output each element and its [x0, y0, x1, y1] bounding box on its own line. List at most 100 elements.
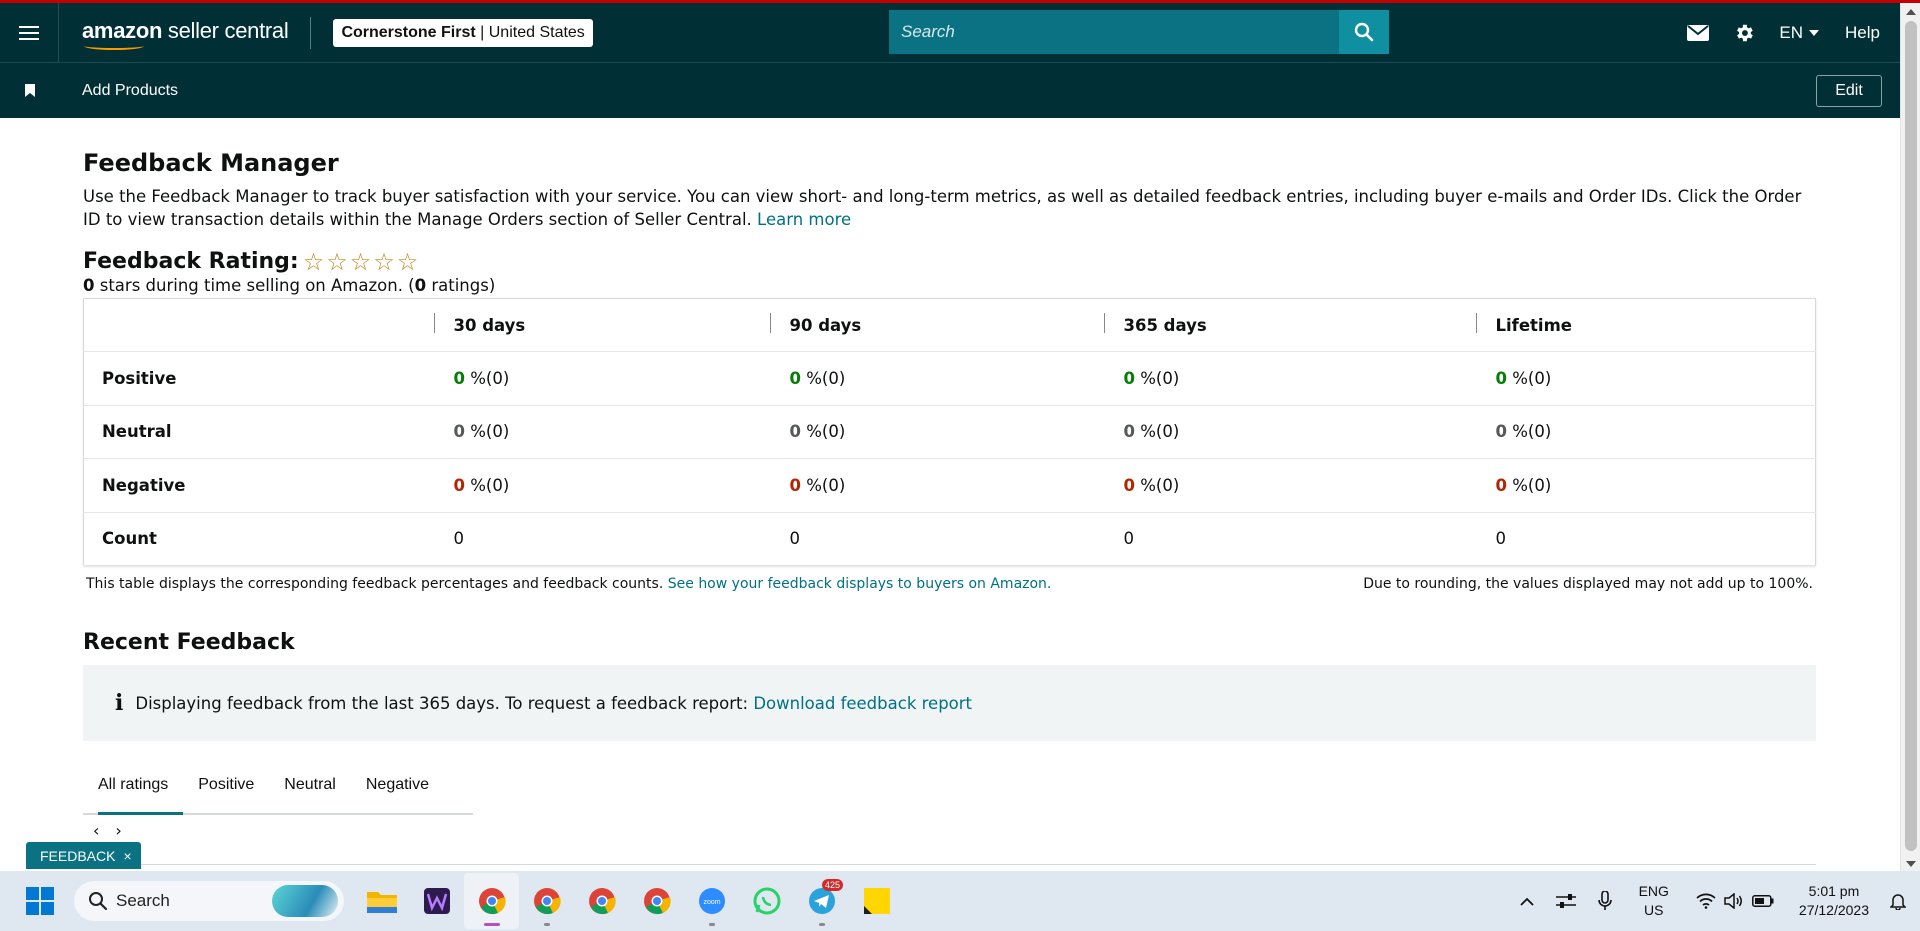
feedback-display-link[interactable]: See how your feedback displays to buyers…: [668, 576, 1052, 592]
table-cell: 0: [433, 512, 770, 566]
content-divider: [83, 864, 1816, 865]
learn-more-link[interactable]: Learn more: [757, 210, 851, 229]
page-title: Feedback Manager: [83, 149, 339, 177]
language-selector[interactable]: EN: [1767, 23, 1831, 43]
header-divider: [310, 16, 312, 49]
taskbar-apps: zoom 425: [354, 873, 904, 929]
scroll-down-arrow-icon[interactable]: [1906, 861, 1916, 867]
chrome-button-active[interactable]: [464, 873, 519, 929]
chrome-profile-4-button[interactable]: [629, 873, 684, 929]
active-indicator: [483, 923, 500, 926]
tab-positive[interactable]: Positive: [183, 757, 269, 813]
logo-text-rest: seller central: [162, 17, 289, 43]
table-footnote: This table displays the corresponding fe…: [83, 576, 1816, 592]
star-empty-icon: ☆: [396, 247, 419, 276]
column-header: Lifetime: [1475, 298, 1816, 352]
cell-value: 0: [453, 368, 465, 388]
cell-suffix: %(0): [1134, 368, 1180, 388]
page-scrollbar[interactable]: [1900, 3, 1920, 871]
row-label: Negative: [83, 458, 434, 513]
rating-stars: ☆ ☆ ☆ ☆ ☆: [303, 247, 419, 276]
sticky-notes-button[interactable]: [849, 873, 904, 929]
close-icon[interactable]: ×: [123, 848, 131, 864]
store-selector[interactable]: Cornerstone First | United States: [333, 18, 593, 47]
search-highlight-image: [272, 885, 338, 917]
add-products-link[interactable]: Add Products: [82, 82, 178, 100]
zoom-icon-label: zoom: [703, 899, 720, 906]
messages-button[interactable]: [1675, 3, 1721, 62]
tab-neutral[interactable]: Neutral: [269, 757, 351, 813]
table-row-positive: Positive 0 %(0) 0 %(0) 0 %(0) 0 %(0): [83, 351, 1816, 406]
show-hidden-icons-button[interactable]: [1509, 897, 1545, 906]
whatsapp-button[interactable]: [739, 873, 794, 929]
amazon-seller-central-logo[interactable]: amazon seller central: [82, 17, 289, 50]
search-button[interactable]: [1339, 10, 1389, 54]
rating-title: Feedback Rating:: [83, 249, 299, 274]
table-cell: 0 %(0): [1103, 405, 1476, 459]
windows-start-icon[interactable]: [26, 887, 54, 915]
search-input[interactable]: [889, 10, 1339, 54]
table-cell: 0: [769, 512, 1104, 566]
microphone-button[interactable]: [1587, 891, 1623, 911]
caret-down-icon: [1809, 29, 1820, 36]
info-alert: i Displaying feedback from the last 365 …: [83, 665, 1816, 741]
feedback-widget-label: FEEDBACK: [40, 847, 116, 864]
quick-settings-sliders[interactable]: [1545, 893, 1587, 909]
column-header: 30 days: [433, 298, 770, 352]
running-indicator: [818, 923, 825, 926]
taskbar-search[interactable]: Search: [74, 881, 344, 921]
hamburger-icon: [19, 24, 39, 42]
scroll-up-arrow-icon[interactable]: [1906, 9, 1916, 15]
feedback-pager: ‹ ›: [83, 821, 1816, 840]
info-text: Displaying feedback from the last 365 da…: [135, 693, 749, 713]
input-language-indicator[interactable]: ENG US: [1623, 882, 1685, 920]
taskbar-clock[interactable]: 5:01 pm 27/12/2023: [1785, 882, 1879, 920]
help-link[interactable]: Help: [1831, 23, 1880, 43]
column-header: 90 days: [769, 298, 1104, 352]
download-feedback-report-link[interactable]: Download feedback report: [753, 694, 972, 713]
bookmark-button[interactable]: [0, 84, 59, 97]
edit-bookmarks-button[interactable]: Edit: [1816, 75, 1882, 107]
settings-button[interactable]: [1721, 3, 1767, 62]
table-cell: 0 %(0): [1475, 405, 1816, 459]
gear-icon: [1737, 24, 1754, 41]
chrome-profile-3-button[interactable]: [574, 873, 629, 929]
menu-button[interactable]: [0, 3, 59, 62]
table-row-neutral: Neutral 0 %(0) 0 %(0) 0 %(0) 0 %(0): [83, 405, 1816, 459]
notification-badge: 425: [821, 879, 843, 891]
chrome-icon: [588, 888, 616, 915]
footnote-text: This table displays the corresponding fe…: [86, 576, 664, 592]
cell-value: 0: [1123, 422, 1135, 442]
chevron-right-icon[interactable]: ›: [115, 821, 121, 840]
star-empty-icon: ☆: [326, 247, 348, 276]
telegram-button[interactable]: 425: [794, 873, 849, 929]
cell-value: 0: [1123, 368, 1135, 388]
rating-summary-end: ratings): [426, 276, 496, 295]
feedback-widget[interactable]: FEEDBACK ×: [26, 842, 141, 869]
table-cell: 0 %(0): [433, 458, 770, 513]
table-footnote-left: This table displays the corresponding fe…: [86, 576, 1051, 592]
file-explorer-button[interactable]: [354, 873, 409, 929]
winamp-button[interactable]: [409, 873, 464, 929]
cell-suffix: %(0): [464, 368, 510, 388]
main-content: Feedback Manager Use the Feedback Manage…: [83, 118, 1816, 840]
cell-value: 0: [1495, 475, 1507, 495]
zoom-button[interactable]: zoom: [684, 873, 739, 929]
chevron-left-icon[interactable]: ‹: [93, 821, 99, 840]
notifications-button[interactable]: [1879, 892, 1920, 910]
tab-all-ratings[interactable]: All ratings: [83, 757, 184, 815]
bookmark-bar: Add Products Edit: [0, 62, 1900, 118]
cell-suffix: %(0): [1506, 475, 1552, 495]
chrome-profile-2-button[interactable]: [519, 873, 574, 929]
rounding-note: Due to rounding, the values displayed ma…: [1363, 576, 1813, 592]
search-icon: [89, 892, 108, 911]
table-header-empty: [83, 298, 434, 352]
table-cell: 0 %(0): [1475, 351, 1816, 406]
scroll-thumb[interactable]: [1905, 21, 1917, 851]
running-indicator: [708, 923, 715, 926]
chrome-icon: [533, 888, 561, 915]
whatsapp-icon: [753, 887, 780, 915]
network-volume-battery[interactable]: [1685, 893, 1785, 909]
tab-negative[interactable]: Negative: [351, 757, 444, 813]
table-cell: 0: [1475, 512, 1816, 566]
